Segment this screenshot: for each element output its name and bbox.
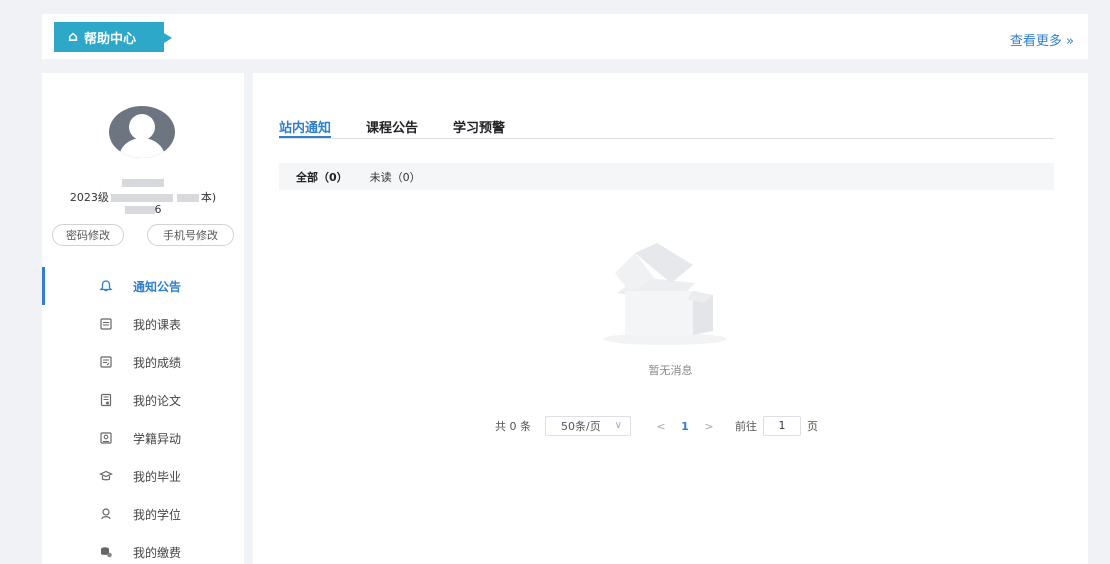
- help-center-label: 帮助中心: [84, 31, 137, 47]
- change-phone-button[interactable]: 手机号修改: [147, 224, 234, 246]
- main-panel: 站内通知 课程公告 学习预警 全部（0） 未读（0） 暂无消息 共 0 条 50…: [253, 73, 1088, 564]
- home-users-icon: ⌂: [68, 29, 79, 45]
- thesis-icon: [99, 393, 113, 407]
- empty-box-illustration: [595, 233, 735, 353]
- notice-tabs: 站内通知 课程公告 学习预警: [279, 117, 1054, 139]
- graduation-icon: [99, 469, 113, 483]
- goto-page-input[interactable]: 1: [763, 416, 801, 436]
- sidebar-item-label: 我的毕业: [133, 469, 182, 484]
- sidebar-item-degree[interactable]: 我的学位: [42, 495, 244, 533]
- payment-icon: [99, 545, 113, 559]
- sidebar-nav: 通知公告 我的课表 我的成绩 我的论文 学籍异动 我的毕业 我的学位 我的缴费: [42, 267, 244, 564]
- change-password-button[interactable]: 密码修改: [52, 224, 124, 246]
- current-page-number[interactable]: 1: [671, 420, 699, 433]
- sidebar-item-label: 我的学位: [133, 507, 182, 522]
- view-more-link[interactable]: 查看更多 »: [1010, 30, 1074, 49]
- tab-study-warnings[interactable]: 学习预警: [453, 117, 505, 138]
- avatar: [109, 106, 175, 158]
- sidebar-item-schedule[interactable]: 我的课表: [42, 305, 244, 343]
- sidebar: 2023级 本) 6 密码修改 手机号修改 通知公告 我的课表 我的成绩 我的论…: [42, 73, 244, 564]
- next-page-button[interactable]: >: [699, 420, 719, 433]
- sidebar-item-notices[interactable]: 通知公告: [42, 267, 244, 305]
- schedule-icon: [99, 317, 113, 331]
- sidebar-item-label: 学籍异动: [133, 431, 182, 446]
- degree-icon: [99, 507, 113, 521]
- sidebar-item-status-change[interactable]: 学籍异动: [42, 419, 244, 457]
- goto-label: 前往: [735, 420, 757, 433]
- page-size-select[interactable]: 50条/页 ∨: [545, 416, 631, 436]
- page-unit-label: 页: [807, 420, 818, 433]
- student-id: 6: [42, 203, 244, 216]
- sidebar-item-label: 我的论文: [133, 393, 182, 408]
- pagination: 共 0 条 50条/页 ∨ < 1 > 前往 1 页: [495, 416, 818, 436]
- chevron-down-icon: ∨: [614, 420, 622, 431]
- sidebar-item-grades[interactable]: 我的成绩: [42, 343, 244, 381]
- top-bar: ⌂ 帮助中心 查看更多 »: [42, 14, 1088, 59]
- sidebar-item-label: 通知公告: [133, 279, 182, 294]
- filter-unread[interactable]: 未读（0）: [370, 169, 421, 185]
- sidebar-item-label: 我的缴费: [133, 545, 182, 560]
- sidebar-item-thesis[interactable]: 我的论文: [42, 381, 244, 419]
- empty-message: 暂无消息: [648, 364, 693, 377]
- prev-page-button[interactable]: <: [651, 420, 671, 433]
- grades-icon: [99, 355, 113, 369]
- tab-site-notices[interactable]: 站内通知: [279, 117, 332, 138]
- message-filter: 全部（0） 未读（0）: [279, 163, 1054, 190]
- total-count: 共 0 条: [495, 420, 531, 433]
- bell-icon: [99, 279, 113, 293]
- filter-all[interactable]: 全部（0）: [296, 169, 348, 185]
- sidebar-item-payment[interactable]: 我的缴费: [42, 533, 244, 564]
- page-size-value: 50条/页: [561, 420, 601, 433]
- student-name-redacted: [42, 175, 244, 189]
- id-suffix: 6: [154, 203, 162, 216]
- help-center-tag[interactable]: ⌂ 帮助中心: [54, 22, 172, 52]
- tab-course-announcements[interactable]: 课程公告: [366, 117, 418, 138]
- status-change-icon: [99, 431, 113, 445]
- sidebar-item-graduation[interactable]: 我的毕业: [42, 457, 244, 495]
- sidebar-item-label: 我的成绩: [133, 355, 182, 370]
- sidebar-item-label: 我的课表: [133, 317, 182, 332]
